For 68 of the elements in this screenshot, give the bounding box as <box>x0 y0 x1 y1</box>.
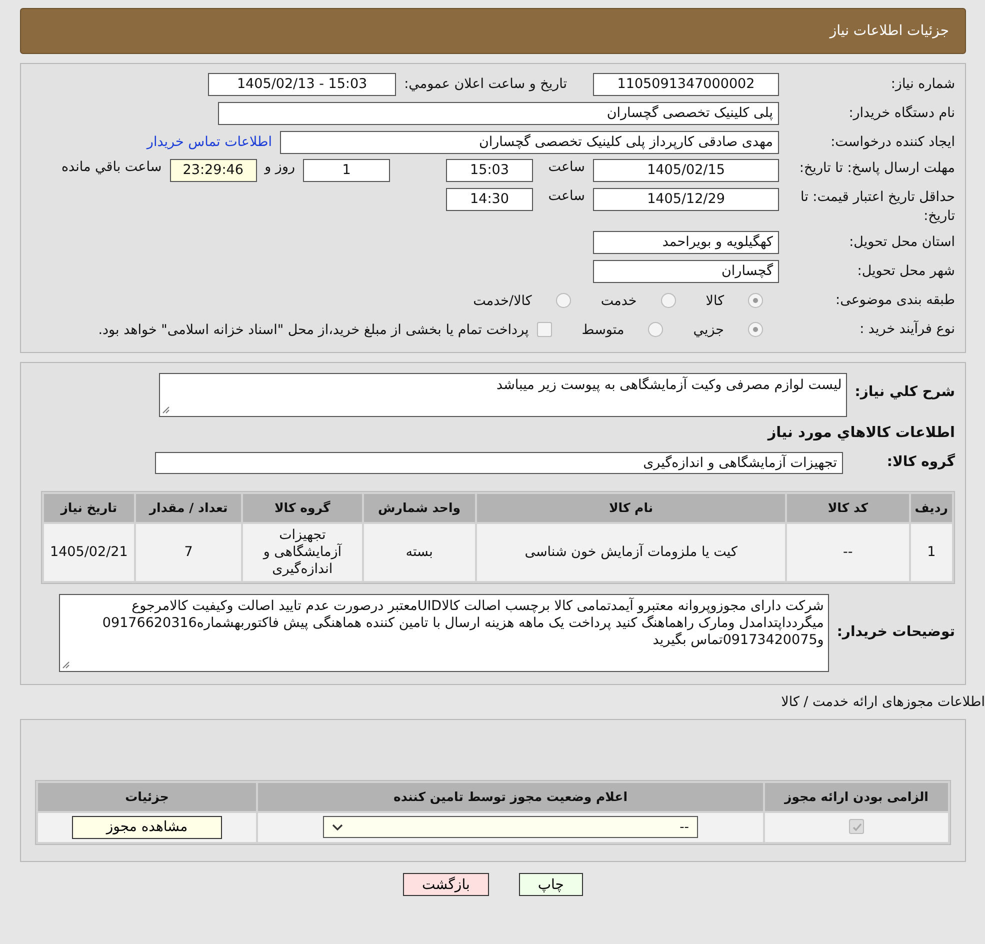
field-label: نوع فرآیند خرید : <box>858 320 955 340</box>
field-label: ساعت <box>547 159 585 175</box>
field-label: شهر محل تحویل: <box>856 262 955 282</box>
purchase-type-radio[interactable]: جزيي <box>693 322 763 338</box>
column-header: کد کالا <box>787 494 909 522</box>
summary-field: لیست لوازم مصرفی وکیت آزمایشگاهی به پیوست زیر میباشد <box>158 372 847 417</box>
field-label: شرح کلي نياز: <box>854 382 955 402</box>
requester-field: مهدی صادقی کارپرداز پلی کلینیک تخصصی گچساران <box>280 130 779 154</box>
print-button[interactable]: چاپ <box>518 873 583 896</box>
remaining-time-field: 23:29:46 <box>170 159 257 182</box>
field-label: روز و <box>264 159 295 175</box>
chevron-down-icon <box>332 824 343 831</box>
column-header: تاریخ نیاز <box>44 494 134 522</box>
section-title: اطلاعات مجوزهای ارائه خدمت / کالا <box>780 694 985 710</box>
need-number-field: 1105091347000002 <box>593 72 779 96</box>
time-field: 15:03 <box>446 159 533 182</box>
field-label: حداقل تاریخ اعتبار قیمت: تا تاریخ: <box>800 188 955 226</box>
city-field: گچساران <box>593 260 779 284</box>
resize-grip-icon <box>162 406 170 414</box>
column-header: گروه کالا <box>243 494 362 522</box>
tick-icon <box>852 822 862 832</box>
category-radio[interactable]: کالا <box>706 292 763 309</box>
field-label: ایجاد کننده درخواست: <box>830 132 955 152</box>
table-cell: -- <box>787 524 909 581</box>
back-button[interactable]: بازگشت <box>403 873 489 896</box>
field-label: مهلت ارسال پاسخ: تا تاریخ: <box>798 159 955 178</box>
column-header: واحد شمارش <box>364 494 476 522</box>
category-radio[interactable]: کالا/خدمت <box>473 292 571 309</box>
column-header: ردیف <box>910 494 952 522</box>
date-field: 1405/02/15 <box>593 159 779 182</box>
field-label: نام دستگاه خریدار: <box>848 104 955 122</box>
field-label: استان محل تحویل: <box>848 233 955 252</box>
field-label: گروه کالا: <box>886 452 955 472</box>
days-field: 1 <box>303 159 390 182</box>
section-title: اطلاعات کالاهاي مورد نياز <box>766 424 955 441</box>
category-radio[interactable]: خدمت <box>600 292 676 309</box>
column-header: نام کالا <box>477 494 786 522</box>
goods-group-field: تجهیزات آزمایشگاهی و اندازه‌گیری <box>155 452 843 474</box>
field-label: توضیحات خریدار: <box>836 622 955 642</box>
table-cell: کیت یا ملزومات آزمایش خون شناسی <box>477 524 786 581</box>
purchase-type-radio[interactable]: متوسط <box>582 322 664 338</box>
announce-date-field: 1405/02/13 - 15:03 <box>208 72 396 96</box>
column-header: اعلام وضعیت مجوز توسط تامین کننده <box>258 782 763 811</box>
buyer-org-field: پلی کلینیک تخصصی گچساران <box>218 102 779 124</box>
table-cell: 1405/02/21 <box>44 524 134 581</box>
time-field: 14:30 <box>446 188 533 211</box>
field-label: تاریخ و ساعت اعلان عمومي: <box>404 76 567 92</box>
resize-grip-icon <box>62 660 70 669</box>
required-checkbox[interactable] <box>849 819 864 834</box>
column-header: تعداد / مقدار <box>136 494 242 522</box>
table-cell: بسته <box>364 524 476 581</box>
field-label: ساعت باقي مانده <box>61 159 162 175</box>
page-title: جزئیات اطلاعات نیاز <box>830 23 949 39</box>
buyer-notes-field: شرکت دارای مجوزوپروانه معتبرو آیمدتمامی کالا برچسب اصالت کالاUIDمعتبر درصورت عدم تایید اصالت وکیفیت کالامرجوع میگردداپتدامدل ومارک راهماهنگ کنید پرداخت یک ماهه هزینه ارسال با تامین کننده هماهنگی پیش فاکتوربهشماره09176620316 و09173420075تماس بگیرید <box>58 594 829 672</box>
field-label: شماره نیاز: <box>890 74 955 94</box>
table-cell: 7 <box>136 524 242 581</box>
field-label: طبقه بندی موضوعی: <box>834 291 955 310</box>
column-header: الزامی بودن ارائه مجوز <box>765 782 948 811</box>
table-cell: تجهیزات آزمایشگاهی و اندازه‌گیری <box>243 524 362 581</box>
status-select[interactable]: -- <box>323 816 698 838</box>
table-cell: 1 <box>910 524 952 581</box>
column-header: جزئیات <box>38 782 256 811</box>
view-permit-button[interactable]: مشاهده مجوز <box>72 816 222 839</box>
province-field: کهگیلویه و بویراحمد <box>593 231 779 254</box>
contact-link[interactable]: اطلاعات تماس خریدار <box>146 134 272 150</box>
date-field: 1405/12/29 <box>593 188 779 211</box>
field-label: ساعت <box>547 188 585 204</box>
treasury-checkbox[interactable]: پرداخت تمام یا بخشی از مبلغ خرید،از محل "اسناد خزانه اسلامی" خواهد بود. <box>98 322 552 338</box>
